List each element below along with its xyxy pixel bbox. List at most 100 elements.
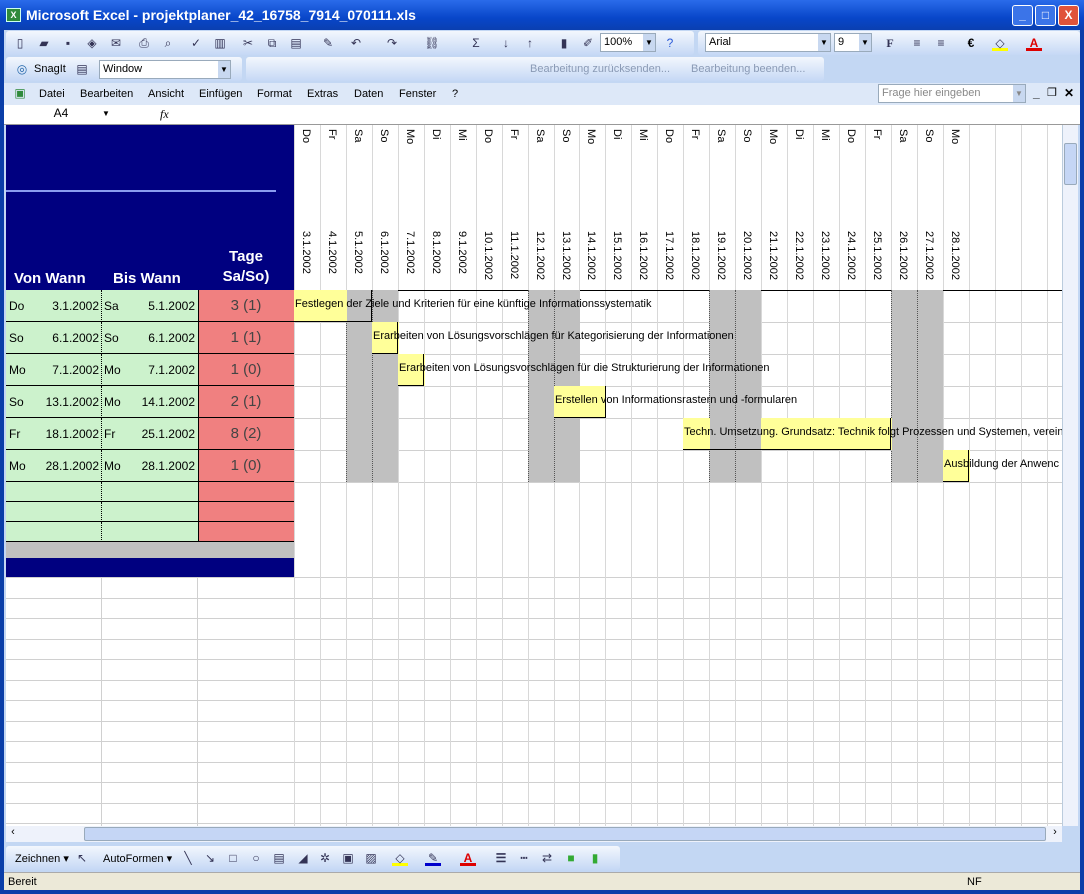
font-color-icon[interactable]: A (460, 850, 476, 866)
menu-format[interactable]: Format (257, 88, 292, 100)
review-end-button[interactable]: Bearbeitung beenden... (691, 63, 805, 75)
empty-date-cells[interactable] (6, 482, 198, 502)
paste-icon[interactable]: ▤ (288, 35, 304, 51)
vertical-scroll-thumb[interactable] (1064, 143, 1077, 185)
worksheet-grid[interactable]: Von Wann Bis Wann Tage Sa/So) Do 3.1.2002 Fr 4… (6, 125, 1062, 826)
3d-icon[interactable]: ▮ (587, 850, 603, 866)
save-icon[interactable]: ▪ (60, 35, 76, 51)
close-button[interactable]: X (1058, 5, 1079, 26)
chart-icon[interactable]: ▮ (556, 35, 572, 51)
euro-button[interactable]: € (963, 35, 979, 51)
excel-doc-icon[interactable]: ▣ (12, 85, 28, 101)
hyperlink-icon[interactable]: ⛓ (424, 35, 440, 51)
fill-color-icon[interactable]: ◇ (392, 850, 408, 866)
minimize-button[interactable]: _ (1012, 5, 1033, 26)
print-preview-icon[interactable]: ⌕ (160, 35, 176, 51)
doc-restore-button[interactable]: ❐ (1047, 86, 1057, 99)
rectangle-icon[interactable]: □ (225, 850, 241, 866)
task-description[interactable]: Erstellen von Informationsrastern und -f… (555, 394, 797, 406)
new-icon[interactable]: ▯ (12, 35, 28, 51)
arrow-style-icon[interactable]: ⇄ (539, 850, 555, 866)
bis-date[interactable]: 28.1.2002 (122, 459, 195, 473)
font-size-combo[interactable]: 9 ▼ (834, 33, 872, 52)
clipart-icon[interactable]: ▣ (340, 850, 356, 866)
menu-datei[interactable]: Datei (39, 88, 65, 100)
tage-value[interactable]: 1 (1) (198, 329, 294, 346)
oval-icon[interactable]: ○ (248, 850, 264, 866)
chevron-down-icon[interactable]: ▼ (859, 34, 871, 51)
bis-day[interactable]: Mo (104, 395, 121, 409)
font-color-icon[interactable]: A (1026, 35, 1042, 51)
drawing-icon[interactable]: ✐ (580, 35, 596, 51)
bis-day[interactable]: Mo (104, 459, 121, 473)
bis-date[interactable]: 14.1.2002 (122, 395, 195, 409)
chevron-down-icon[interactable]: ▼ (218, 61, 230, 78)
bis-date[interactable]: 6.1.2002 (122, 331, 195, 345)
chevron-down-icon[interactable]: ▼ (1013, 85, 1025, 102)
review-send-button[interactable]: Bearbeitung zurücksenden... (530, 63, 670, 75)
doc-close-button[interactable]: ✕ (1064, 86, 1074, 100)
fx-icon[interactable]: fx (160, 107, 169, 122)
open-icon[interactable]: ▰ (36, 35, 52, 51)
vertical-scrollbar[interactable] (1062, 125, 1078, 826)
empty-tage-cell[interactable] (198, 482, 294, 502)
von-day[interactable]: Do (9, 299, 24, 313)
zeichnen-menu[interactable]: Zeichnen ▾ (15, 852, 69, 865)
research-icon[interactable]: ▥ (212, 35, 228, 51)
diagram-icon[interactable]: ✲ (317, 850, 333, 866)
tage-value[interactable]: 3 (1) (198, 297, 294, 314)
textbox-icon[interactable]: ▤ (271, 850, 287, 866)
snagit-folder-icon[interactable]: ▤ (74, 61, 90, 77)
menu-extras[interactable]: Extras (307, 88, 338, 100)
permission-icon[interactable]: ◈ (84, 35, 100, 51)
snagit-icon[interactable]: ◎ (14, 61, 30, 77)
name-box[interactable]: A4 (6, 106, 116, 123)
horizontal-scrollbar[interactable]: ‹ › (6, 826, 1062, 842)
font-combo[interactable]: Arial ▼ (705, 33, 831, 52)
chevron-down-icon[interactable]: ▼ (818, 34, 830, 51)
spelling-icon[interactable]: ✓ (188, 35, 204, 51)
doc-minimize-button[interactable]: _ (1033, 86, 1040, 100)
von-date[interactable]: 18.1.2002 (26, 427, 99, 441)
von-day[interactable]: Mo (9, 459, 26, 473)
menu-daten[interactable]: Daten (354, 88, 383, 100)
line-style-icon[interactable]: ☰ (493, 850, 509, 866)
von-date[interactable]: 7.1.2002 (26, 363, 99, 377)
picture-icon[interactable]: ▨ (363, 850, 379, 866)
menu-help[interactable]: ? (452, 88, 458, 100)
bis-date[interactable]: 7.1.2002 (122, 363, 195, 377)
task-description[interactable]: Erarbeiten von Lösungsvorschlägen für Ka… (373, 330, 734, 342)
bis-date[interactable]: 25.1.2002 (122, 427, 195, 441)
autosum-icon[interactable]: Σ (468, 35, 484, 51)
email-icon[interactable]: ✉ (108, 35, 124, 51)
tage-value[interactable]: 8 (2) (198, 425, 294, 442)
von-day[interactable]: So (9, 395, 24, 409)
autoformen-menu[interactable]: AutoFormen ▾ (103, 852, 172, 865)
cut-icon[interactable]: ✂ (240, 35, 256, 51)
tage-value[interactable]: 1 (0) (198, 361, 294, 378)
help-icon[interactable]: ? (662, 35, 678, 51)
formula-input[interactable] (175, 106, 1075, 123)
redo-icon[interactable]: ↷ (384, 35, 400, 51)
bold-button[interactable]: F (882, 35, 898, 51)
fill-color-icon[interactable]: ◇ (992, 35, 1008, 51)
von-date[interactable]: 13.1.2002 (26, 395, 99, 409)
empty-date-cells[interactable] (6, 522, 198, 542)
von-day[interactable]: So (9, 331, 24, 345)
align-center-icon[interactable]: ≡ (933, 35, 949, 51)
snagit-window-combo[interactable]: Window ▼ (99, 60, 231, 79)
von-date[interactable]: 28.1.2002 (26, 459, 99, 473)
select-arrow-icon[interactable]: ↖ (74, 850, 90, 866)
menu-fenster[interactable]: Fenster (399, 88, 436, 100)
scroll-left-icon[interactable]: ‹ (6, 826, 20, 842)
menu-ansicht[interactable]: Ansicht (148, 88, 184, 100)
menu-bearbeiten[interactable]: Bearbeiten (80, 88, 133, 100)
snagit-button[interactable]: SnagIt (34, 63, 66, 75)
horizontal-scroll-thumb[interactable] (84, 827, 1046, 841)
von-date[interactable]: 6.1.2002 (26, 331, 99, 345)
von-date[interactable]: 3.1.2002 (26, 299, 99, 313)
bis-date[interactable]: 5.1.2002 (122, 299, 195, 313)
sort-desc-icon[interactable]: ↑ (522, 35, 538, 51)
von-day[interactable]: Mo (9, 363, 26, 377)
tage-value[interactable]: 2 (1) (198, 393, 294, 410)
